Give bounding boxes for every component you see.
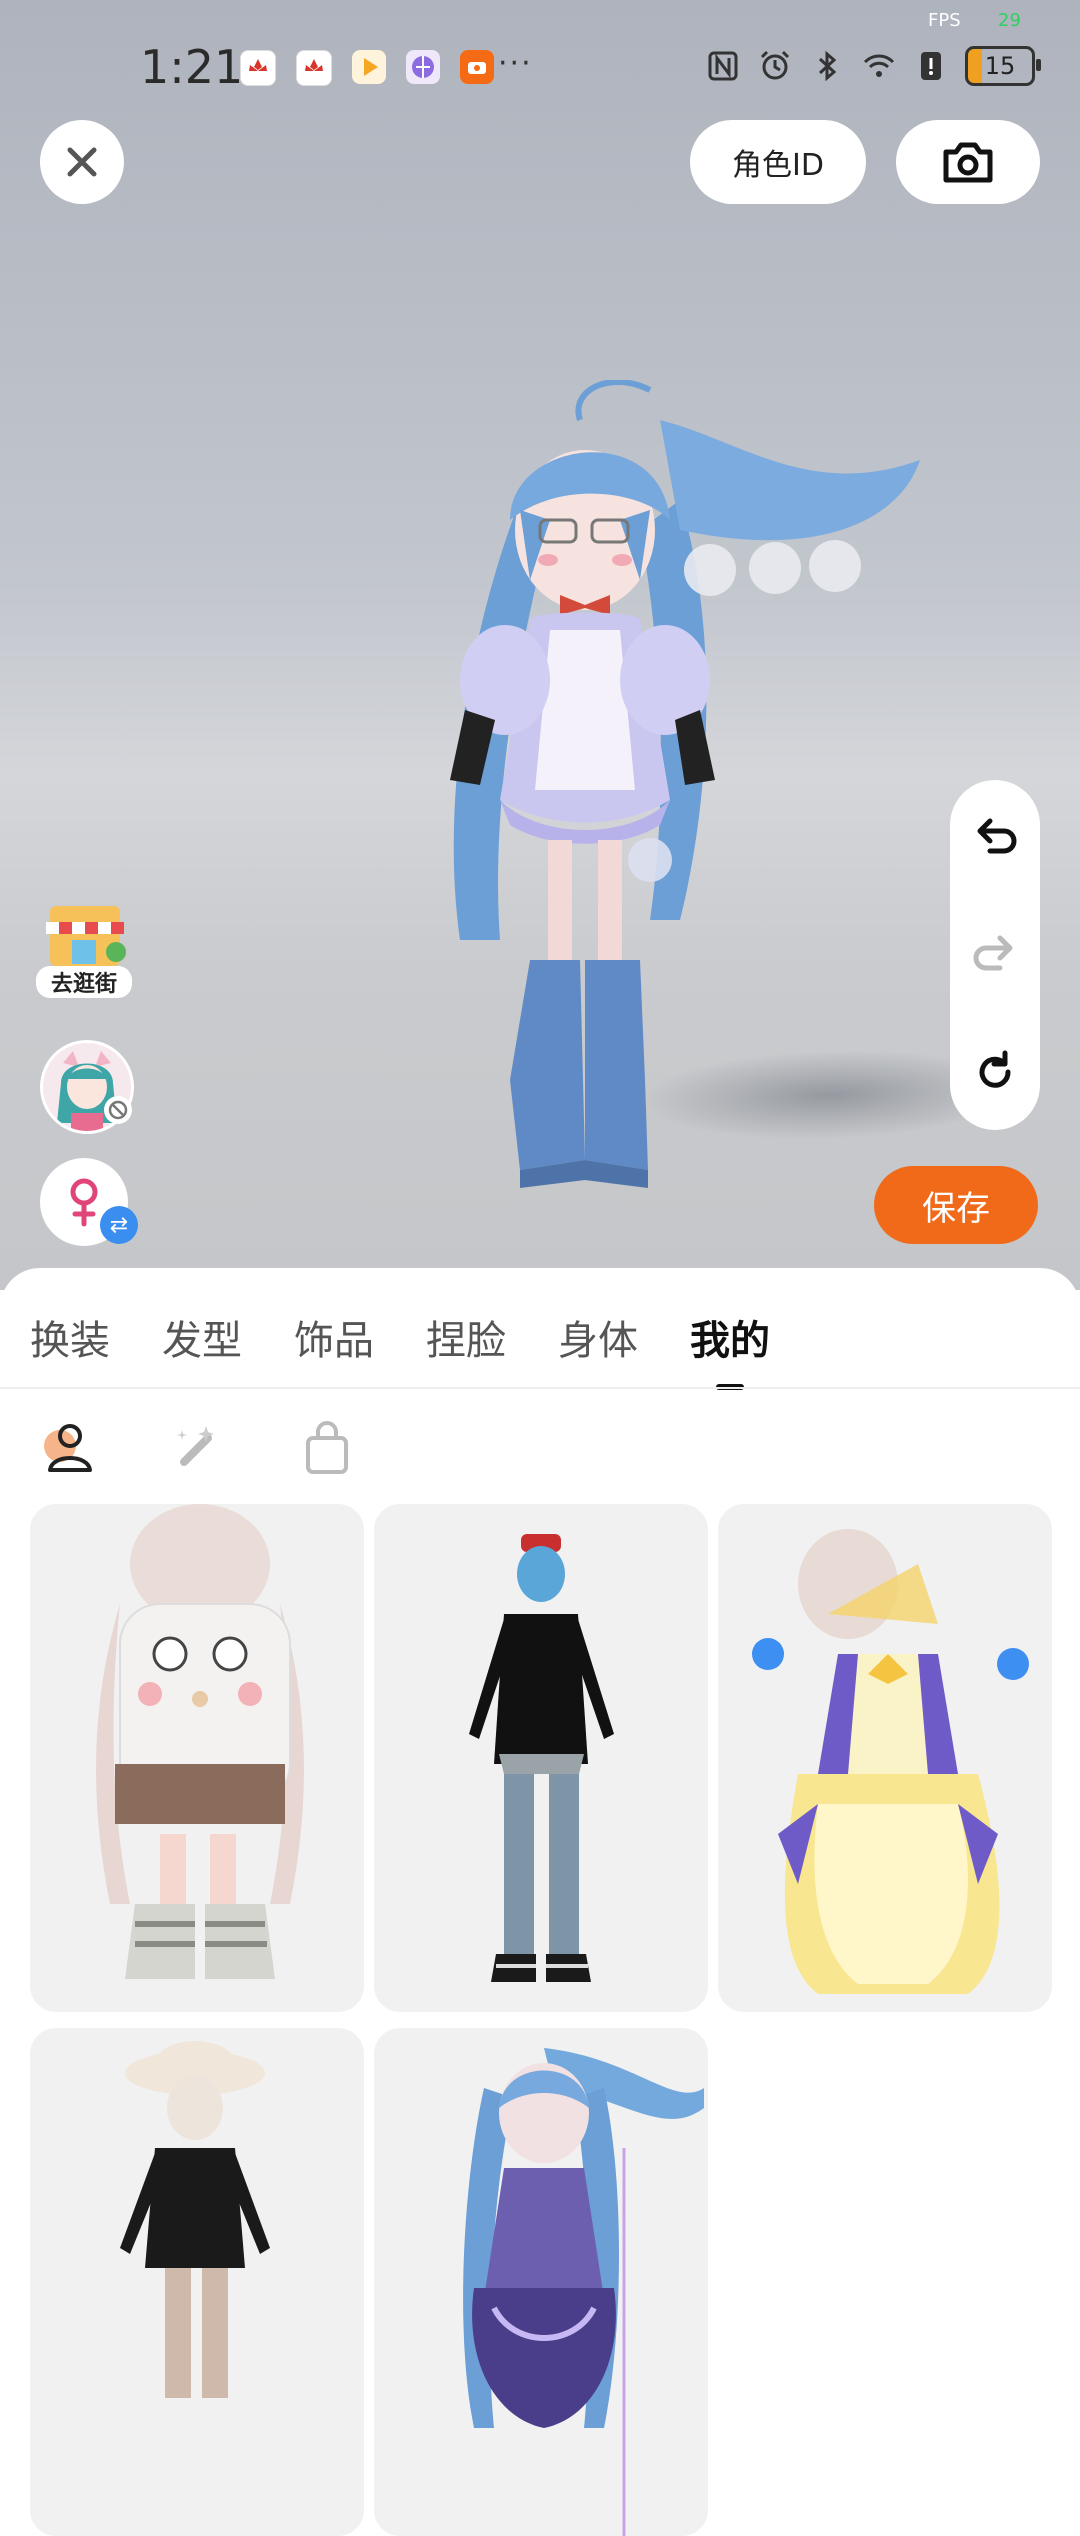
more-notifications-icon: ··· [498,46,533,81]
tab-hairstyle[interactable]: 发型 [162,1308,242,1366]
tab-mine-label: 我的 [690,1318,770,1364]
fps-value: 29 [998,10,1021,31]
reset-icon[interactable] [970,1047,1020,1097]
save-button[interactable]: 保存 [874,1166,1038,1244]
status-bar: 1:21 ··· 15 FPS 29 [0,0,1080,120]
camera-button[interactable] [896,120,1040,204]
close-button[interactable] [40,120,124,204]
outfit-card[interactable] [374,1504,708,2012]
subcategory-tabs [36,1416,358,1478]
outfit-white-hat-black-thumbnail [120,2041,270,2398]
female-icon [70,1178,98,1227]
outfit-card[interactable] [30,1504,364,2012]
go-shopping-label: 去逛街 [36,966,132,998]
undo-icon[interactable] [970,813,1020,863]
alert-icon [921,52,941,80]
tab-divider [0,1387,1080,1389]
no-icon [108,1100,128,1120]
battery-indicator: 15 [965,46,1041,86]
person-icon [44,1424,92,1472]
tab-mine[interactable]: 我的 [690,1308,770,1390]
outfit-card[interactable] [718,1504,1052,2012]
bluetooth-icon [818,50,837,82]
redo-icon[interactable] [970,930,1020,980]
camera-icon [943,142,993,183]
outfit-black-casual-thumbnail [469,1534,614,1982]
outfit-card[interactable] [30,2028,364,2536]
fps-label: FPS [928,10,961,31]
nfc-icon [708,51,738,81]
tab-accessories[interactable]: 饰品 [294,1308,374,1366]
outfit-sponge-pillow-thumbnail [96,1504,304,1979]
avatar-character[interactable] [380,380,940,1220]
category-tabs: 换装 发型 饰品 捏脸 身体 我的 [30,1308,770,1390]
tab-outfit[interactable]: 换装 [30,1308,110,1366]
huawei-icon [240,50,276,86]
alarm-icon [760,50,790,80]
hidden-badge [104,1096,132,1124]
go-shopping-button[interactable]: 去逛街 [36,896,132,1006]
notification-icons [240,50,494,86]
wifi-icon [863,54,895,77]
shopping-bag-icon [306,1421,348,1474]
subtab-purchased[interactable] [296,1416,358,1478]
role-id-button[interactable]: 角色ID [690,120,866,204]
battery-level: 15 [984,52,1016,80]
magic-wand-icon [177,1426,214,1466]
video-app-icon [352,50,386,84]
edit-history-panel [950,780,1040,1130]
wardrobe-panel: 换装 发型 饰品 捏脸 身体 我的 [0,1268,1080,2536]
system-icons: 15 [705,46,1041,86]
browser-app-icon [406,50,440,84]
close-icon [67,147,97,177]
subtab-saved-looks[interactable] [36,1416,98,1478]
subtab-creations[interactable] [166,1416,228,1478]
huawei-icon [296,50,332,86]
tab-body[interactable]: 身体 [558,1308,638,1366]
swap-icon[interactable]: ⇄ [100,1206,138,1244]
tab-face[interactable]: 捏脸 [426,1308,506,1366]
status-time: 1:21 [140,40,244,94]
outfit-card[interactable] [374,2028,708,2536]
camera-app-icon [460,50,494,84]
outfit-blue-hair-purple-dress-thumbnail [463,2048,704,2536]
outfit-yellow-magical-dress-thumbnail [752,1529,1029,1994]
